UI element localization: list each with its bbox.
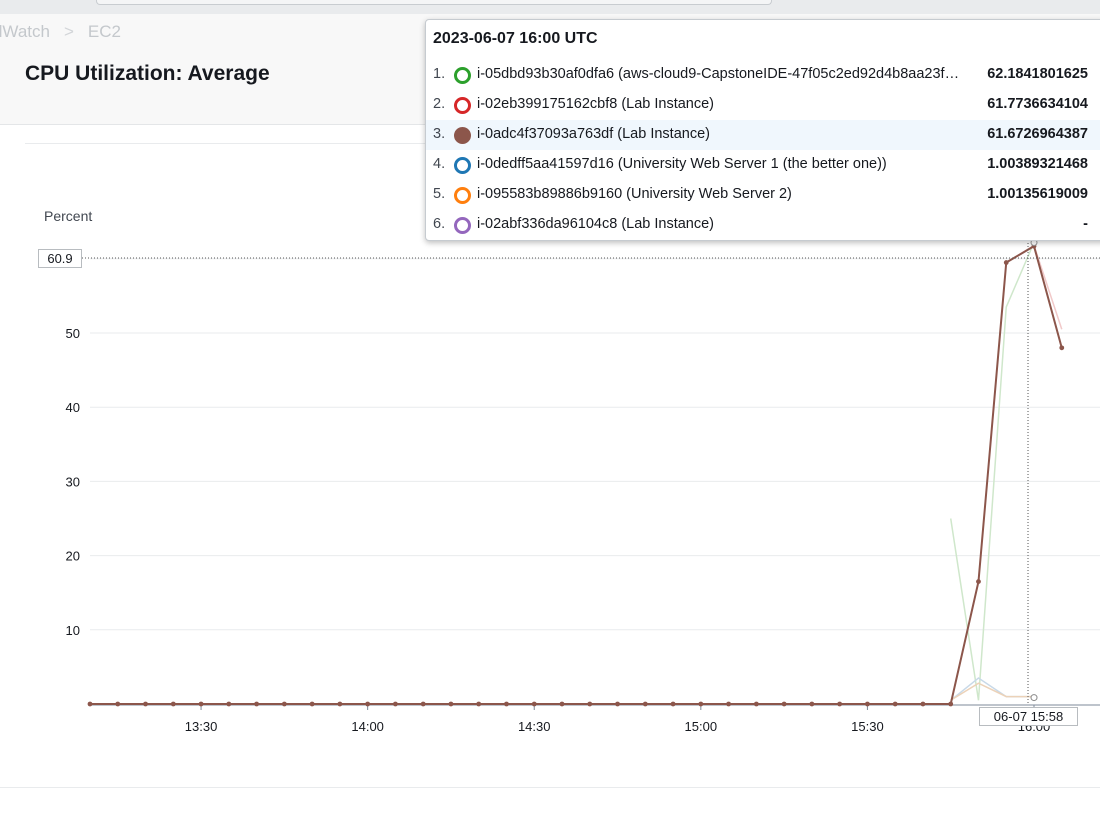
- data-point: [809, 701, 815, 707]
- data-point: [726, 701, 731, 707]
- tooltip-series-name: i-0dedff5aa41597d16 (University Web Serv…: [477, 156, 887, 172]
- data-point: [504, 701, 509, 707]
- data-point: [365, 701, 371, 707]
- tooltip-series-name: i-02eb399175162cbf8 (Lab Instance): [477, 96, 715, 112]
- data-point: [393, 701, 398, 707]
- crosshair-y-value: 60.9: [38, 249, 82, 268]
- tooltip-series-name: i-0adc4f37093a763df (Lab Instance): [477, 126, 710, 142]
- crosshair-x-time: 06-07 15:58: [979, 707, 1078, 726]
- tooltip-row-index: 6.: [433, 216, 446, 232]
- tooltip-series-value: 1.00135619009: [987, 186, 1088, 202]
- data-point: [587, 701, 593, 707]
- data-point: [309, 701, 315, 707]
- data-point: [531, 701, 537, 707]
- data-point: [87, 701, 93, 707]
- data-point: [420, 701, 426, 707]
- y-tick-label: 30: [66, 474, 80, 489]
- tooltip-row-index: 2.: [433, 96, 446, 112]
- tooltip-series-name: i-095583b89886b9160 (University Web Serv…: [477, 186, 792, 202]
- hover-point: [1030, 694, 1038, 702]
- data-point: [115, 701, 121, 707]
- data-point: [670, 701, 676, 707]
- x-tick-label: 15:30: [851, 719, 884, 734]
- series-color-icon: [454, 127, 471, 144]
- tooltip-series-value: 1.00389321468: [987, 156, 1088, 172]
- y-tick-label: 10: [66, 623, 80, 638]
- data-point: [254, 701, 259, 707]
- series-color-icon: [454, 97, 471, 114]
- data-point: [753, 701, 759, 707]
- x-tick-label: 14:30: [518, 719, 551, 734]
- data-point: [559, 701, 565, 707]
- tooltip-row-index: 4.: [433, 156, 446, 172]
- series-color-icon: [454, 187, 471, 204]
- tooltip-row-index: 3.: [433, 126, 446, 142]
- data-point: [698, 701, 704, 707]
- series-line-faded: [950, 682, 1035, 701]
- data-point: [337, 701, 343, 707]
- tooltip-row: 3. i-0adc4f37093a763df (Lab Instance) 61.6…: [426, 120, 1100, 150]
- data-point: [1003, 260, 1009, 265]
- data-point: [865, 701, 870, 707]
- data-point: [948, 701, 954, 707]
- y-tick-label: 20: [66, 549, 80, 564]
- y-tick-label: 50: [66, 326, 80, 341]
- series-color-icon: [454, 217, 471, 234]
- divider: [0, 787, 1100, 788]
- data-point: [781, 701, 787, 707]
- data-point: [976, 579, 981, 584]
- tooltip-row: 5. i-095583b89886b9160 (University Web Se…: [426, 180, 1100, 210]
- x-tick-label: 13:30: [185, 719, 218, 734]
- data-point: [143, 701, 148, 707]
- series-color-icon: [454, 67, 471, 84]
- tooltip-row: 4. i-0dedff5aa41597d16 (University Web Se…: [426, 150, 1100, 180]
- y-tick-label: 40: [66, 400, 80, 415]
- tooltip-row-index: 1.: [433, 66, 446, 82]
- data-point: [476, 701, 482, 707]
- tooltip-row-index: 5.: [433, 186, 446, 202]
- series-line-faded: [949, 242, 1035, 701]
- tooltip-row: 6. i-02abf336da96104c8 (Lab Instance) -: [426, 210, 1100, 240]
- data-point: [226, 701, 232, 707]
- tooltip-series-name: i-05dbd93b30af0dfa6 (aws-cloud9-Capstone…: [477, 66, 960, 82]
- tooltip-row: 1. i-05dbd93b30af0dfa6 (aws-cloud9-Capsto…: [426, 60, 1100, 90]
- data-point: [281, 701, 287, 707]
- tooltip-row: 2. i-02eb399175162cbf8 (Lab Instance) 61.7…: [426, 90, 1100, 120]
- data-point: [920, 701, 926, 707]
- data-point: [615, 701, 620, 707]
- series-color-icon: [454, 157, 471, 174]
- tooltip-series-value: 61.6726964387: [987, 126, 1088, 142]
- tooltip-series-value: 62.1841801625: [987, 66, 1088, 82]
- tooltip-timestamp: 2023-06-07 16:00 UTC: [433, 30, 598, 47]
- tooltip-series-value: -: [1083, 216, 1088, 232]
- tooltip-series-value: 61.7736634104: [987, 96, 1088, 112]
- data-point: [170, 701, 176, 707]
- data-point: [1059, 345, 1065, 351]
- tooltip-series-name: i-02abf336da96104c8 (Lab Instance): [477, 216, 715, 232]
- x-tick-label: 15:00: [685, 719, 718, 734]
- data-point: [892, 701, 898, 707]
- data-point: [198, 701, 204, 707]
- data-point: [448, 701, 454, 707]
- x-tick-label: 14:00: [351, 719, 384, 734]
- data-point: [837, 701, 843, 707]
- datapoint-tooltip: 2023-06-07 16:00 UTC 1. i-05dbd93b30af0df…: [425, 19, 1100, 241]
- data-point: [642, 701, 648, 707]
- series-line: [90, 244, 1063, 705]
